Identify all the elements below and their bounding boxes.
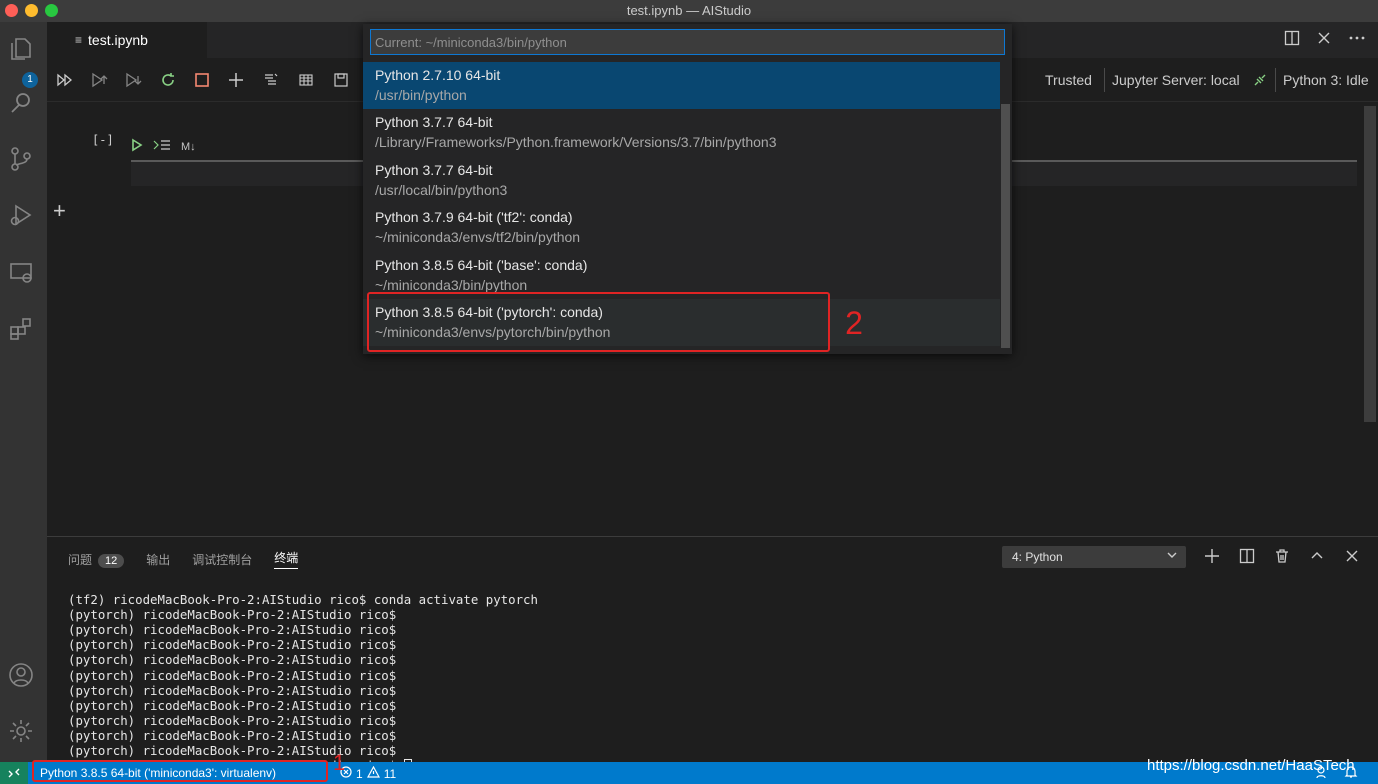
window-title: test.ipynb — AIStudio xyxy=(626,3,752,18)
option-description: /usr/bin/python xyxy=(375,87,467,103)
bottom-panel: 问题 12 输出 调试控制台 终端 4: Python (tf2) ricodeM… xyxy=(47,536,1378,773)
server-connected-icon xyxy=(1253,73,1267,90)
more-actions-icon[interactable] xyxy=(1348,30,1366,49)
problems-count-badge: 12 xyxy=(98,553,125,568)
trash-icon[interactable] xyxy=(1272,546,1292,566)
option-label: Python 2.7.10 64-bit xyxy=(375,67,501,83)
interpreter-option-tf2[interactable]: Python 3.7.9 64-bit ('tf2': conda) ~/min… xyxy=(363,204,1000,251)
markdown-toggle[interactable]: M↓ xyxy=(181,141,196,153)
add-cell-plus-icon[interactable]: + xyxy=(53,198,66,224)
maximize-panel-icon[interactable] xyxy=(1307,546,1327,566)
terminal-line: (pytorch) ricodeMacBook-Pro-2:AIStudio r… xyxy=(68,743,397,759)
terminal-line: (pytorch) ricodeMacBook-Pro-2:AIStudio r… xyxy=(68,667,397,683)
option-label: Python 3.7.7 64-bit xyxy=(375,162,493,178)
notebook-file-icon: ≡ xyxy=(75,33,83,47)
terminal-line: (pytorch) ricodeMacBook-Pro-2:AIStudio r… xyxy=(68,697,397,713)
option-description: ~/miniconda3/envs/tf2/bin/python xyxy=(375,229,581,245)
search-icon[interactable] xyxy=(6,88,36,118)
run-all-icon[interactable] xyxy=(55,70,75,90)
option-label: Python 3.7.7 64-bit xyxy=(375,114,493,130)
editor-scrollbar[interactable] xyxy=(1364,106,1376,422)
problems-indicator[interactable]: 1 11 xyxy=(340,765,397,781)
watermark-text: https://blog.csdn.net/HaaSTech xyxy=(1147,757,1355,774)
terminal-line: (pytorch) ricodeMacBook-Pro-2:AIStudio r… xyxy=(68,682,397,698)
tab-label: test.ipynb xyxy=(88,32,148,48)
warning-icon xyxy=(366,765,380,781)
option-description: /Library/Frameworks/Python.framework/Ver… xyxy=(375,134,777,150)
chevron-down-icon xyxy=(1166,549,1178,564)
terminal-select-value: 4: Python xyxy=(1012,550,1063,564)
close-editor-icon[interactable] xyxy=(1316,30,1332,49)
remote-indicator[interactable] xyxy=(0,762,28,784)
tab-problems[interactable]: 问题 12 xyxy=(68,551,125,568)
terminal-line: (pytorch) ricodeMacBook-Pro-2:AIStudio r… xyxy=(68,727,397,743)
interpreter-option-python-2-7-10[interactable]: Python 2.7.10 64-bit /usr/bin/python xyxy=(363,62,1000,109)
settings-gear-icon[interactable] xyxy=(6,716,36,746)
tab-terminal[interactable]: 终端 xyxy=(274,549,299,569)
clear-outputs-icon[interactable] xyxy=(261,70,281,90)
explorer-icon[interactable] xyxy=(6,34,36,64)
terminal-output[interactable]: (tf2) ricodeMacBook-Pro-2:AIStudio rico$… xyxy=(68,577,538,773)
terminal-line: (pytorch) ricodeMacBook-Pro-2:AIStudio r… xyxy=(68,637,397,653)
restart-kernel-icon[interactable] xyxy=(158,70,178,90)
option-description: /usr/local/bin/python3 xyxy=(375,182,508,198)
split-terminal-icon[interactable] xyxy=(1237,546,1257,566)
terminal-line: (pytorch) ricodeMacBook-Pro-2:AIStudio r… xyxy=(68,652,397,668)
interrupt-kernel-icon[interactable] xyxy=(192,70,212,90)
activity-bar: 1 xyxy=(0,22,47,762)
variables-icon[interactable] xyxy=(296,70,316,90)
accounts-icon[interactable] xyxy=(6,660,36,690)
jupyter-server-label[interactable]: Jupyter Server: local xyxy=(1112,72,1240,88)
add-cell-icon[interactable] xyxy=(226,70,246,90)
interpreter-option-python-3-7-7-local[interactable]: Python 3.7.7 64-bit /usr/local/bin/pytho… xyxy=(363,157,1000,204)
save-icon[interactable] xyxy=(331,70,351,90)
interpreter-search-input[interactable] xyxy=(370,29,1005,55)
run-above-icon[interactable] xyxy=(89,70,109,90)
option-label: Python 3.8.5 64-bit ('base': conda) xyxy=(375,257,588,273)
run-by-line-icon[interactable] xyxy=(153,138,171,155)
tab-test-ipynb[interactable]: ≡ test.ipynb xyxy=(47,22,207,58)
explorer-badge: 1 xyxy=(22,72,38,88)
terminal-line: (tf2) ricodeMacBook-Pro-2:AIStudio rico$… xyxy=(68,592,538,608)
close-panel-icon[interactable] xyxy=(1342,546,1362,566)
extensions-icon[interactable] xyxy=(6,314,36,344)
annotation-number-one: 1 xyxy=(333,750,346,775)
kernel-status-label[interactable]: Python 3: Idle xyxy=(1283,72,1369,88)
run-cell-icon[interactable] xyxy=(131,138,143,155)
annotation-highlight-interpreter xyxy=(32,760,328,782)
remote-explorer-icon[interactable] xyxy=(6,258,36,288)
title-bar: test.ipynb — AIStudio xyxy=(0,0,1378,22)
new-terminal-icon[interactable] xyxy=(1202,546,1222,566)
interpreter-option-python-3-7-7-framework[interactable]: Python 3.7.7 64-bit /Library/Frameworks/… xyxy=(363,109,1000,156)
terminal-line: (pytorch) ricodeMacBook-Pro-2:AIStudio r… xyxy=(68,712,397,728)
annotation-highlight-pytorch xyxy=(367,292,830,352)
run-below-icon[interactable] xyxy=(123,70,143,90)
run-debug-icon[interactable] xyxy=(6,200,36,230)
cell-toolbar: M↓ xyxy=(131,138,196,155)
warning-count: 11 xyxy=(383,766,397,781)
tab-output[interactable]: 输出 xyxy=(146,551,170,568)
error-count: 1 xyxy=(356,766,363,781)
split-editor-icon[interactable] xyxy=(1284,30,1300,49)
cell-execution-count: [-] xyxy=(92,133,114,147)
terminal-line: (pytorch) ricodeMacBook-Pro-2:AIStudio r… xyxy=(68,607,397,623)
terminal-line: (pytorch) ricodeMacBook-Pro-2:AIStudio r… xyxy=(68,622,397,638)
source-control-icon[interactable] xyxy=(6,144,36,174)
quick-pick-scrollbar[interactable] xyxy=(1001,104,1010,348)
annotation-number-two: 2 xyxy=(836,302,872,344)
option-label: Python 3.7.9 64-bit ('tf2': conda) xyxy=(375,209,573,225)
trusted-label[interactable]: Trusted xyxy=(1045,72,1092,88)
terminal-select[interactable]: 4: Python xyxy=(1002,546,1186,568)
tab-problems-label: 问题 xyxy=(68,552,93,567)
tab-debug-console[interactable]: 调试控制台 xyxy=(192,551,252,568)
